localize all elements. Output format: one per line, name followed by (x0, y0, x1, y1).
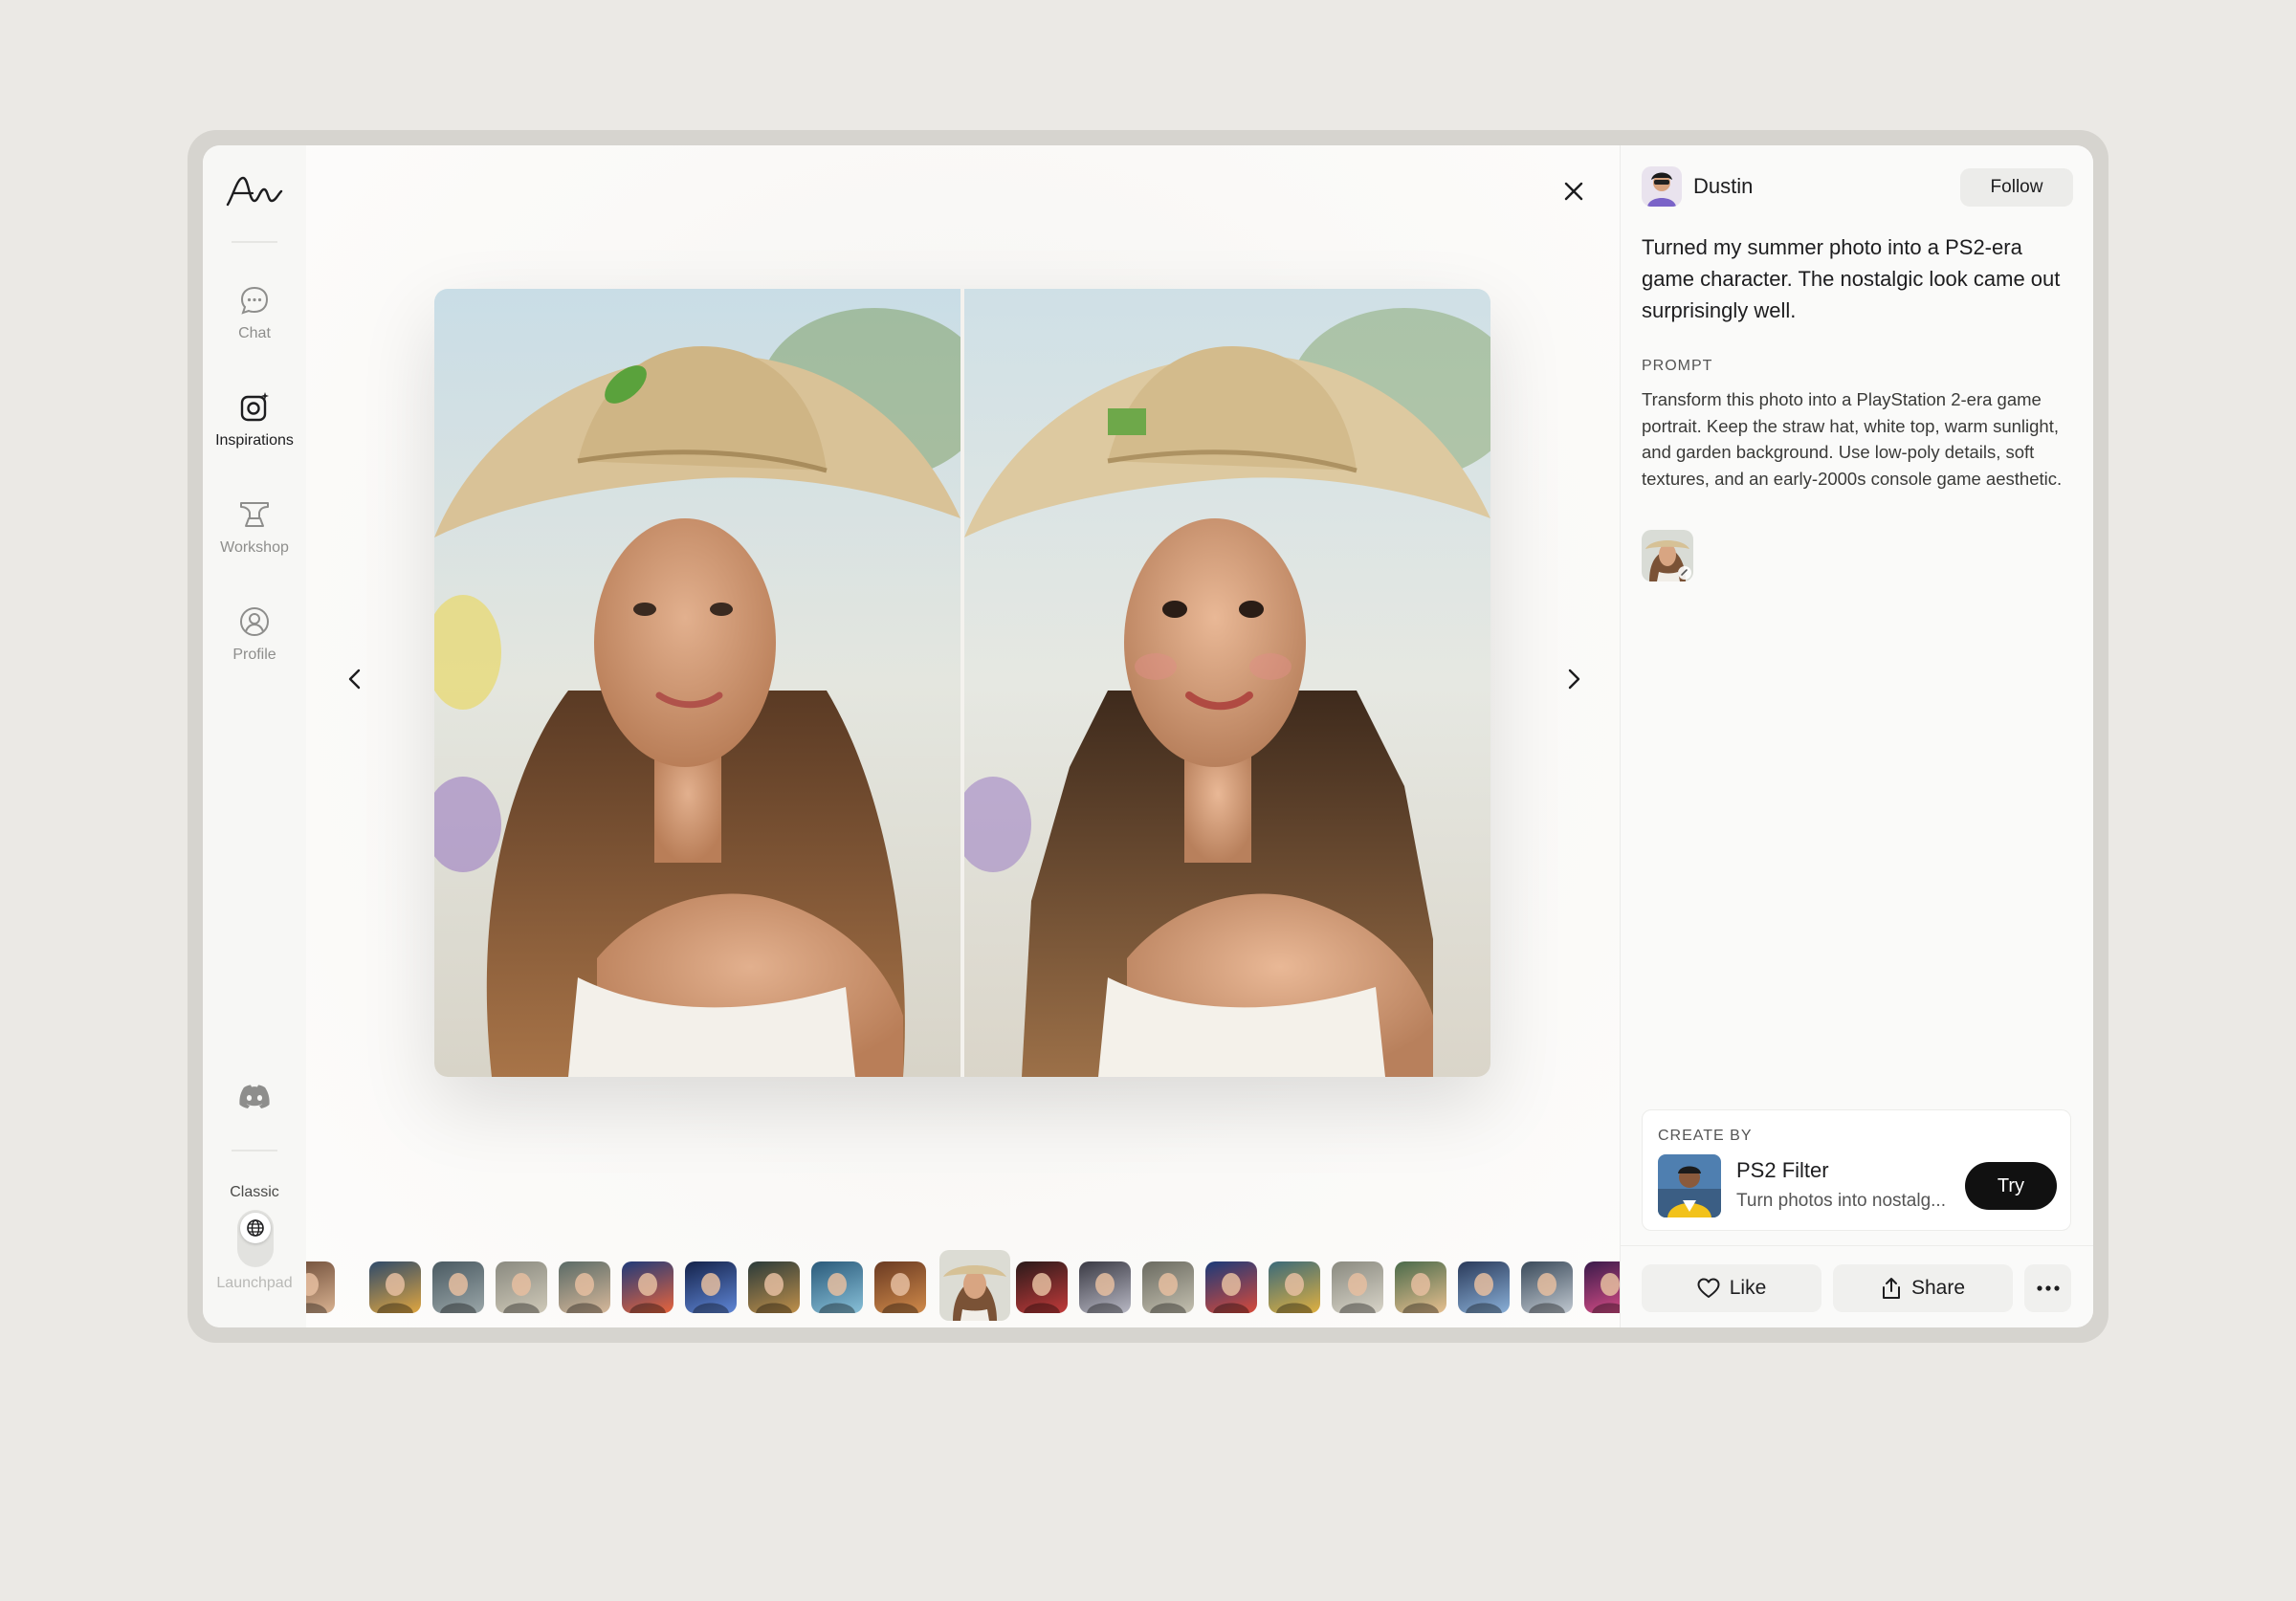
thumbnail[interactable] (1269, 1261, 1320, 1313)
sidebar-item-label: Workshop (220, 539, 289, 556)
avatar[interactable] (1642, 166, 1682, 207)
create-by-heading: CREATE BY (1658, 1128, 1753, 1144)
thumbnail[interactable] (1205, 1261, 1257, 1313)
profile-icon (240, 607, 269, 636)
ps2-style-photo (964, 289, 1490, 1077)
post-detail-panel: Dustin Follow Turned my summer photo int… (1620, 145, 2093, 1327)
sidebar-item-profile[interactable]: Profile (203, 604, 306, 691)
thumbnail[interactable] (685, 1261, 737, 1313)
original-photo (434, 289, 960, 1077)
prompt-heading: PROMPT (1642, 358, 1713, 374)
sidebar-divider (232, 241, 277, 243)
thumbnail[interactable] (1458, 1261, 1510, 1313)
share-icon (1882, 1278, 1900, 1299)
anvil-icon (240, 502, 269, 527)
thumbnail[interactable] (1521, 1261, 1573, 1313)
share-button[interactable]: Share (1833, 1264, 2013, 1312)
inspirations-icon (240, 392, 269, 422)
like-button[interactable]: Like (1642, 1264, 1821, 1312)
toggle-knob (240, 1213, 271, 1243)
sidebar: Chat Inspirations Workshop Profile Class… (203, 145, 307, 1327)
sidebar-item-label: Chat (238, 325, 271, 341)
thumbnail[interactable] (432, 1261, 484, 1313)
discord-icon[interactable] (237, 1084, 272, 1110)
filter-subtitle: Turn photos into nostalg... (1736, 1191, 1946, 1211)
filter-thumbnail[interactable] (1658, 1154, 1721, 1217)
classic-label: Classic (230, 1184, 279, 1200)
chevron-right-icon[interactable] (1559, 662, 1588, 696)
try-button[interactable]: Try (1965, 1162, 2057, 1210)
thumbnail[interactable] (1395, 1261, 1446, 1313)
globe-icon (247, 1219, 264, 1237)
image-viewer (306, 145, 1620, 1327)
thumbnail[interactable] (1079, 1261, 1131, 1313)
thumbnail-strip (306, 1250, 1620, 1327)
sidebar-divider (232, 1150, 277, 1151)
create-by-card: CREATE BY PS2 Filter Turn photos into no… (1642, 1109, 2071, 1231)
follow-button[interactable]: Follow (1960, 168, 2073, 207)
panel-divider (1621, 1245, 2093, 1246)
thumbnail[interactable] (369, 1261, 421, 1313)
filter-name[interactable]: PS2 Filter (1736, 1158, 1829, 1183)
thumbnail[interactable] (874, 1261, 926, 1313)
thumbnail[interactable] (811, 1261, 863, 1313)
thumbnail[interactable] (1584, 1261, 1620, 1313)
heart-icon (1697, 1278, 1720, 1298)
launchpad-label: Launchpad (216, 1275, 293, 1291)
thumbnail[interactable] (1332, 1261, 1383, 1313)
thumbnail[interactable] (559, 1261, 610, 1313)
sidebar-item-workshop[interactable]: Workshop (203, 497, 306, 583)
thumbnail[interactable] (1016, 1261, 1068, 1313)
prompt-text: Transform this photo into a PlayStation … (1642, 389, 2063, 489)
window-frame: Chat Inspirations Workshop Profile Class… (188, 130, 2108, 1343)
sidebar-item-label: Inspirations (215, 432, 294, 449)
thumbnail[interactable] (748, 1261, 800, 1313)
more-horizontal-icon (2036, 1285, 2060, 1291)
reference-image[interactable] (1642, 530, 1693, 581)
sidebar-item-label: Profile (232, 647, 276, 663)
share-label: Share (1910, 1277, 1966, 1299)
before-after-image (434, 289, 1490, 1077)
thumbnail[interactable] (1142, 1261, 1194, 1313)
sidebar-item-chat[interactable]: Chat (203, 283, 306, 369)
chevron-left-icon[interactable] (341, 662, 369, 696)
app-window: Chat Inspirations Workshop Profile Class… (203, 145, 2093, 1327)
like-label: Like (1729, 1277, 1767, 1299)
classic-launchpad-toggle[interactable] (237, 1210, 274, 1267)
thumbnail[interactable] (622, 1261, 673, 1313)
thumbnail[interactable] (496, 1261, 547, 1313)
close-icon[interactable] (1556, 174, 1591, 208)
author-name[interactable]: Dustin (1693, 174, 1753, 199)
more-options-button[interactable] (2024, 1264, 2071, 1312)
app-logo-icon[interactable] (224, 172, 285, 210)
sidebar-item-inspirations[interactable]: Inspirations (203, 390, 306, 476)
post-description: Turned my summer photo into a PS2-era ga… (1642, 235, 2061, 322)
thumbnail[interactable] (306, 1261, 335, 1313)
thumbnail[interactable] (939, 1250, 1010, 1321)
chat-icon (240, 286, 269, 315)
